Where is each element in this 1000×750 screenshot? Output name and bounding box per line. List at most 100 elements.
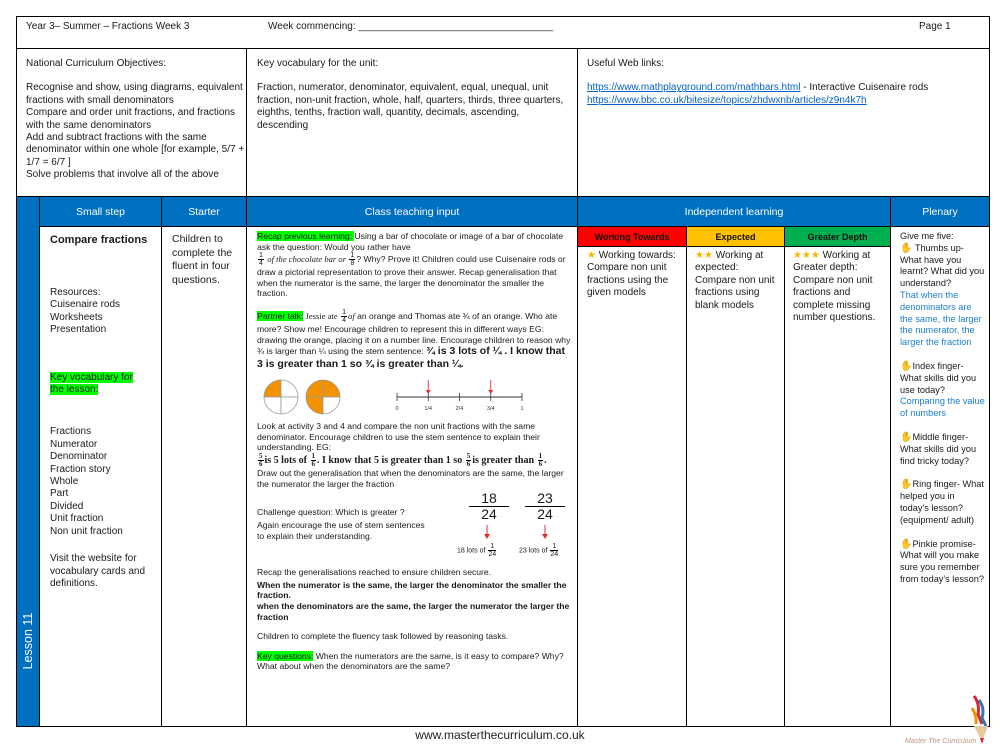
small-step-title: Compare fractions [50,234,148,246]
objective-3: Add and subtract fractions with the same… [26,132,245,168]
frac-den: 8 [350,260,355,268]
plenary-item-thumb: ✋ Thumbs up- What have you learnt? What … [900,243,986,349]
frac-num: 1 [258,252,264,261]
working-towards-text: Compare non unit fractions using the giv… [587,262,669,299]
vocab-item: Numerator [50,438,98,450]
circle-quarter [322,396,341,415]
vocab-item: Non unit fraction [50,525,123,537]
objectives-heading: National Curriculum Objectives: [26,58,167,69]
footer-logo-text: Master The Curriculum [905,738,977,745]
star-icon: ★ [587,250,596,261]
plenary-item-index: ✋Index finger- What skills did you use t… [900,361,986,420]
working-towards-lead: Working towards: [595,250,676,261]
recap-label: Recap previous learning: [257,231,355,241]
stem-part: is greater than [472,454,535,466]
star-icon: ★★★ [793,250,820,261]
objective-4: Solve problems that involve all of the a… [26,169,219,181]
footer-website: www.masterthecurriculum.co.uk [415,728,585,742]
star-icon: ★★ [695,250,713,261]
col-header-plenary: Plenary [890,196,990,227]
vocab-unit-heading: Key vocabulary for the unit: [257,58,379,69]
frac-den: 4 [259,260,263,268]
header-row: Year 3– Summer – Fractions Week 3 Week c… [16,16,990,49]
recap-of-text: of the chocolate bar or [267,253,347,264]
col-header-starter: Starter [161,196,247,227]
page-number: Page 1 [919,21,951,32]
hand-icon: ✋ [900,431,913,443]
circle-quarter [263,379,282,398]
plenary-item-ring: ✋Ring finger- What helped you in today's… [900,479,986,526]
frac-num: 1 [488,543,497,552]
fraction-1-8: 18 [349,252,356,268]
number-line-tick-label: 3/4 [487,406,495,412]
partner-text-1: Jessie ate [303,310,338,321]
fluency-text: Children to complete the fluency task fo… [257,631,509,642]
starter-cell: Children to complete the fluent in four … [161,226,247,727]
vocab-unit-cell: Key vocabulary for the unit: Fraction, n… [246,48,578,197]
link1-description: - Interactive Cuisenaire rods [800,82,929,94]
circle-quarter [263,396,282,415]
greater-depth-text: Compare non unit fractions and complete … [793,274,876,324]
subheader-expected: Expected [686,226,785,247]
lots-of-label-23: 23 lots of 1 24 [519,543,559,558]
challenge-fraction-18-24: 18 24 [469,491,509,522]
bbc-bitesize-link[interactable]: https://www.bbc.co.uk/bitesize/topics/zh… [587,95,867,106]
orange-circle-quarter [263,379,299,415]
greater-depth-content: ★★★ Working at Greater depth: Compare no… [793,250,886,324]
hand-icon: ✋ [900,242,913,254]
objective-2: Compare and order unit fractions, and fr… [26,107,235,131]
vocab-item: Divided [50,500,84,512]
resource-item: Worksheets [50,311,103,323]
vocab-item: Fractions [50,426,92,438]
plenary-question: Index finger- What skills did you use to… [900,360,977,395]
red-arrow-head [425,390,431,395]
number-line-tick-label: 1/4 [424,406,432,412]
fraction-diagrams: 0 1/4 2/4 3/4 1 [263,379,524,415]
plenary-question: Middle finger- What skills did you find … [900,431,977,466]
lots-of-text: 23 lots of [519,547,548,555]
frac-den: 24 [481,506,497,523]
partner-talk-paragraph: Partner talk: Jessie ate 1 4 of an orange … [257,309,571,371]
partner-talk-label: Partner talk: [257,310,304,321]
lesson-strip: Lesson 11 [16,196,40,727]
fraction-1-4: 14 [341,309,348,324]
plenary-question: Ring finger- What helped you in today's … [900,479,984,525]
subheader-greater-depth: Greater Depth [784,226,891,247]
subheader-working-towards: Working Towards [577,226,687,247]
col-header-small-step: Small step [39,196,162,227]
web-link-row-1: https://www.mathplayground.com/mathbars.… [587,82,981,94]
recap-paragraph: Recap previous learning: Using a bar of … [257,231,571,299]
expected-text: Compare non unit fractions using blank m… [695,274,775,311]
expected-content: ★★ Working at expected: Compare non unit… [695,250,780,312]
plenary-intro: Give me five: [900,231,954,241]
frac-den: 6 [311,459,316,468]
working-towards-cell: ★ Working towards: Compare non unit frac… [577,246,687,727]
lesson-vocab-heading: Key vocabulary for the lesson: [50,371,133,396]
lots-of-label-18: 18 lots of 1 24 [457,543,497,558]
challenge-block: Challenge question: Which is greater ? A… [257,489,571,561]
objective-1: Recognise and show, using diagrams, equi… [26,82,243,106]
frac-num: 23 [525,491,565,508]
class-teaching-cell: Recap previous learning: Using a bar of … [246,226,578,727]
plenary-question: Pinkie promise- What will you make sure … [900,538,984,584]
frac-den: 24 [550,551,559,559]
frac-den: 6 [259,459,263,468]
partner-of: of [348,310,355,321]
stem-part: is 5 lots of [264,454,308,466]
plenary-answer: Comparing the value of numbers [900,396,985,419]
document-title: Year 3– Summer – Fractions Week 3 [26,21,190,32]
mathplayground-link[interactable]: https://www.mathplayground.com/mathbars.… [587,82,800,93]
plenary-item-pinkie: ✋Pinkie promise- What will you make sure… [900,539,986,586]
circle-quarter [305,379,324,398]
expected-cell: ★★ Working at expected: Compare non unit… [686,246,785,727]
generalisation-2: when the denominators are the same, the … [257,600,570,622]
number-line-tick-label: 2/4 [456,406,464,412]
hand-icon: ✋ [900,360,913,372]
circle-quarter [305,396,324,415]
web-links-cell: Useful Web links: https://www.mathplaygr… [577,48,990,197]
orange-circle-three-quarters [305,379,341,415]
red-arrow-head [488,390,494,395]
frac-num: 1 [349,252,356,261]
red-arrow-down-icon [542,525,548,540]
lesson-label: Lesson 11 [21,612,35,670]
